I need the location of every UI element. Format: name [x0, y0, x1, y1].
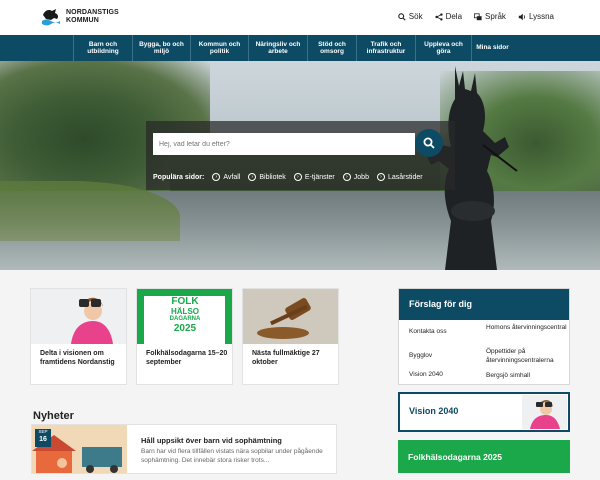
news-title: Håll uppsikt över barn vid sophämtning	[141, 436, 282, 445]
news-date-day: 16	[39, 436, 47, 443]
logo-icon	[40, 7, 62, 27]
nav-item-mina-sidor[interactable]: Mina sidor	[471, 35, 513, 61]
share-icon	[434, 12, 443, 21]
search-input[interactable]	[153, 133, 415, 155]
popular-link-label: Bibliotek	[259, 173, 286, 181]
search-tool[interactable]: Sök	[398, 12, 423, 21]
card-folk-image: FOLK HÄLSO DAGARNA 2025	[137, 289, 232, 344]
suggestion-link[interactable]: Bygglov	[409, 347, 486, 369]
suggestions-heading: Förslag för dig	[399, 289, 569, 320]
folkhalsodagarna-banner[interactable]: Folkhälsodagarna 2025	[398, 440, 570, 473]
card-fullmaktige-image	[243, 289, 338, 344]
nav-item-uppleva-och-gora[interactable]: Uppleva och göra	[415, 35, 471, 61]
vision-2040-title: Vision 2040	[409, 406, 459, 416]
card-fullmaktige-caption: Nästa fullmäktige 27 oktober	[252, 350, 320, 366]
news-item[interactable]: SEP 16 Håll uppsikt över barn vid sophäm…	[31, 424, 337, 474]
card-folkhalsodagarna[interactable]: FOLK HÄLSO DAGARNA 2025 Folkhälsodagarna…	[136, 288, 233, 385]
search-tool-label: Sök	[408, 12, 423, 21]
popular-link-lasarstider[interactable]: › Lasårstider	[376, 173, 423, 181]
popular-pages-label: Populära sidor:	[153, 173, 205, 181]
nav-item-bygga-bo-och-miljo[interactable]: Bygga, bo och miljö	[132, 35, 190, 61]
folk-logo-line: FOLK	[171, 296, 199, 307]
nav-item-naringsliv-och-arbete[interactable]: Näringsliv och arbete	[248, 35, 307, 61]
suggestion-link[interactable]: Homons återvinningscentral	[486, 323, 569, 345]
site-header: NORDANSTIGS KOMMUN Sök Dela Språk Lyssna	[0, 0, 600, 35]
suggestion-link[interactable]: Bergsjö simhall	[486, 371, 569, 383]
site-logo[interactable]: NORDANSTIGS KOMMUN	[40, 7, 119, 27]
suggestion-link[interactable]: Kontakta oss	[409, 323, 486, 345]
popular-link-label: Jobb	[353, 173, 369, 181]
news-heading: Nyheter	[33, 410, 74, 422]
logo-text: NORDANSTIGS KOMMUN	[66, 9, 119, 25]
main-navigation: Barn och utbildning Bygga, bo och miljö …	[0, 35, 600, 61]
suggestions-row: Vision 2040 Bergsjö simhall	[409, 371, 569, 383]
news-date-badge: SEP 16	[35, 429, 51, 447]
folk-logo-line: HÄLSO	[171, 307, 199, 316]
folk-logo-line: 2025	[173, 323, 197, 334]
nav-list: Barn och utbildning Bygga, bo och miljö …	[73, 35, 513, 61]
search-button[interactable]	[415, 129, 443, 157]
popular-link-avfall[interactable]: › Avfall	[212, 173, 240, 181]
search-icon	[423, 137, 435, 149]
popular-link-jobb[interactable]: › Jobb	[342, 173, 369, 181]
card-vision-caption: Delta i visionen om framtidens Nordansti…	[40, 350, 115, 366]
share-tool-label: Dela	[445, 12, 463, 21]
nav-item-barn-och-utbildning[interactable]: Barn och utbildning	[73, 35, 132, 61]
vision-2040-image	[522, 395, 567, 429]
speaker-icon	[518, 13, 525, 20]
vision-2040-banner[interactable]: Vision 2040	[398, 392, 570, 432]
nav-item-trafik-och-infrastruktur[interactable]: Trafik och infrastruktur	[356, 35, 415, 61]
language-tool[interactable]: Språk	[474, 12, 506, 21]
suggestions-row: Bygglov Öppettider på återvinningscentra…	[409, 347, 569, 369]
listen-tool[interactable]: Lyssna	[518, 12, 554, 21]
logo-line-1: NORDANSTIGS	[66, 9, 119, 16]
popular-link-bibliotek[interactable]: › Bibliotek	[248, 173, 286, 181]
chevron-right-icon: ›	[342, 173, 351, 181]
popular-link-label: Lasårstider	[387, 173, 423, 181]
suggestion-link[interactable]: Öppettider på återvinningscentralerna	[486, 347, 569, 369]
suggestions-row: Kontakta oss Homons återvinningscentral	[409, 323, 569, 345]
language-icon	[474, 12, 482, 20]
card-fullmaktige[interactable]: Nästa fullmäktige 27 oktober	[242, 288, 339, 385]
header-tools: Sök Dela Språk Lyssna	[398, 12, 554, 21]
chevron-right-icon: ›	[376, 173, 385, 181]
share-tool[interactable]: Dela	[434, 12, 463, 21]
card-vision-image	[31, 289, 126, 344]
listen-tool-label: Lyssna	[528, 12, 554, 21]
language-tool-label: Språk	[485, 12, 506, 21]
card-vision[interactable]: Delta i visionen om framtidens Nordansti…	[30, 288, 127, 385]
chevron-right-icon: ›	[212, 173, 221, 181]
popular-pages: Populära sidor: › Avfall › Bibliotek › E-tj…	[153, 173, 423, 181]
nav-item-kommun-och-politik[interactable]: Kommun och politik	[190, 35, 248, 61]
search-panel: Populära sidor: ›Avfall ›Bibliotek ›E-tj…	[146, 121, 455, 190]
suggestions-grid: Kontakta oss Homons återvinningscentral …	[409, 323, 569, 383]
news-excerpt: Barn har vid flera tillfällen vistats nä…	[141, 448, 323, 464]
popular-link-label: Avfall	[223, 173, 241, 181]
popular-link-label: E-tjänster	[304, 173, 335, 181]
chevron-right-icon: ›	[293, 173, 302, 181]
search-icon	[398, 12, 406, 21]
popular-link-e-tjanster[interactable]: › E-tjänster	[293, 173, 335, 181]
logo-line-2: KOMMUN	[66, 17, 99, 24]
chevron-right-icon: ›	[248, 173, 257, 181]
suggestions-panel: Förslag för dig Kontakta oss Homons åter…	[398, 288, 570, 385]
card-folk-caption: Folkhälsodagarna 15–20 september	[146, 350, 228, 366]
nav-item-stod-och-omsorg[interactable]: Stöd och omsorg	[307, 35, 356, 61]
suggestion-link[interactable]: Vision 2040	[409, 371, 486, 383]
hero-image: Populära sidor: ›Avfall ›Bibliotek ›E-tj…	[0, 61, 600, 270]
news-image: SEP 16	[32, 425, 127, 473]
folk-logo-line: DAGARNA	[169, 316, 201, 322]
